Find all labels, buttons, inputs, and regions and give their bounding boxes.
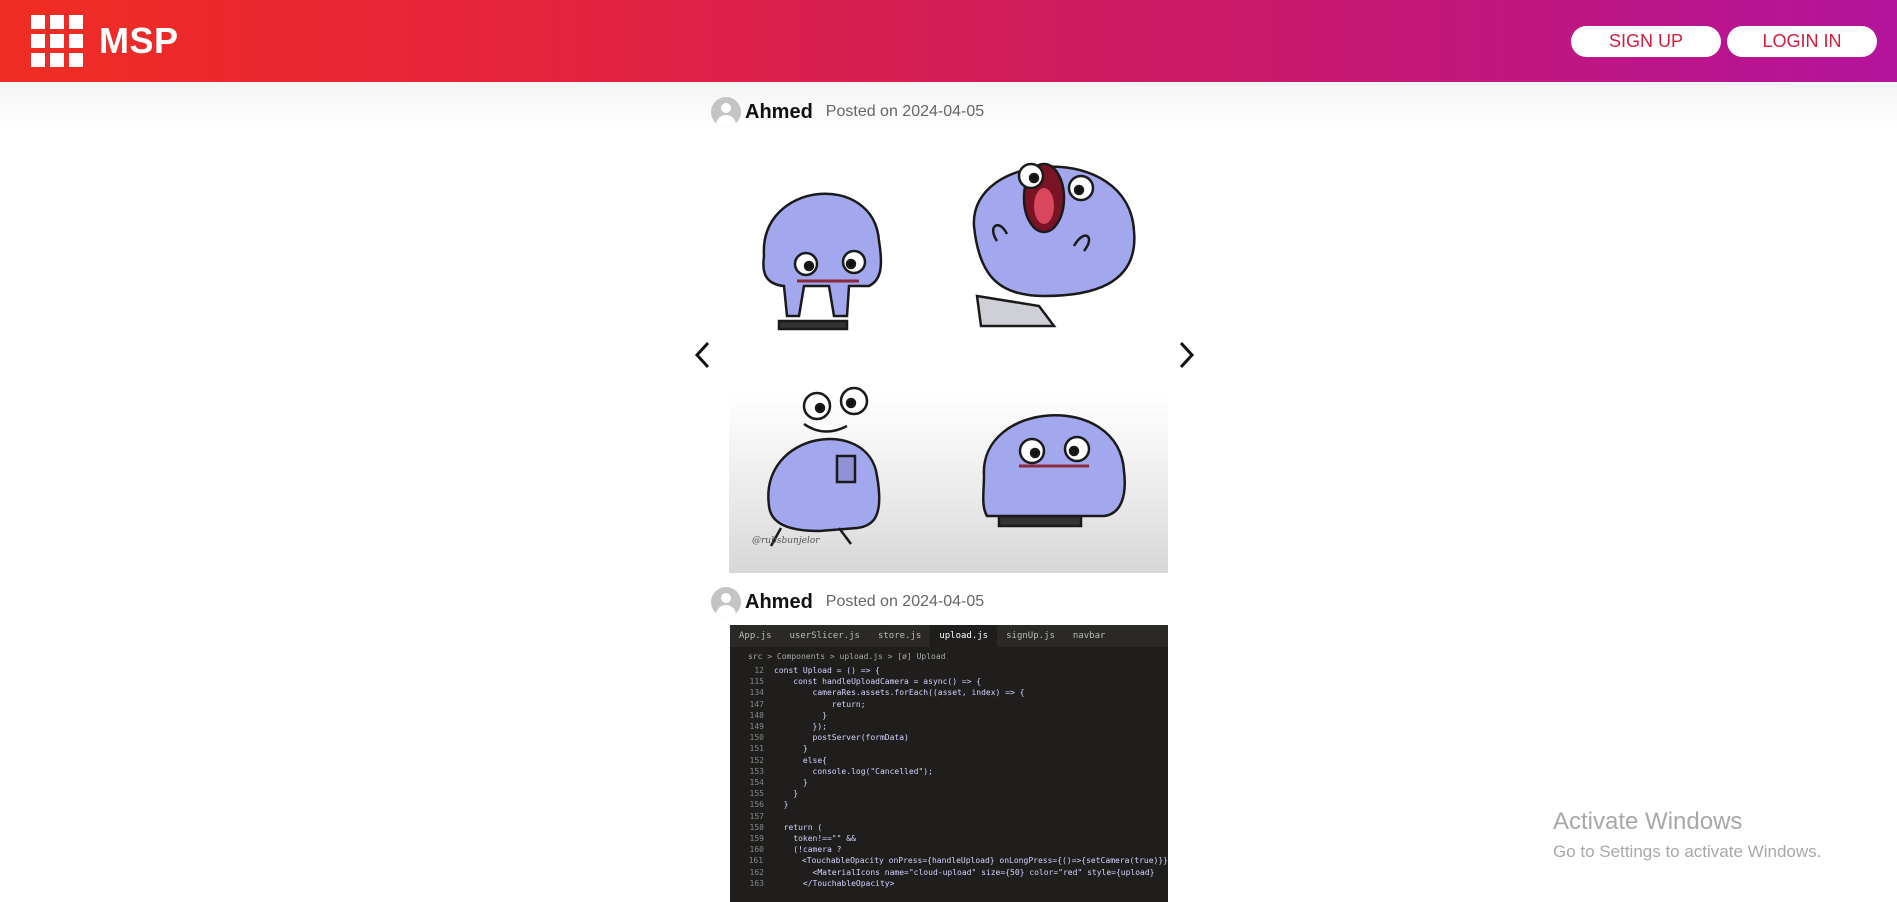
line-number: 152 bbox=[749, 755, 764, 765]
line-number: 158 bbox=[749, 822, 764, 832]
editor-tab: userSlicer.js bbox=[789, 631, 860, 641]
post-author[interactable]: Ahmed bbox=[745, 101, 813, 124]
code-line: 163 </TouchableOpacity> bbox=[730, 878, 1168, 889]
code-line: 154 } bbox=[730, 777, 1168, 788]
line-number: 149 bbox=[749, 722, 764, 732]
line-code: console.log("Cancelled"); bbox=[774, 766, 933, 776]
code-line: 147 return; bbox=[730, 699, 1168, 710]
brand-name: MSP bbox=[99, 20, 179, 61]
line-code: <TouchableOpacity onPress={handleUpload}… bbox=[773, 856, 1168, 866]
post-header: Ahmed Posted on 2024-04-05 bbox=[711, 587, 984, 617]
line-code: return; bbox=[774, 699, 866, 709]
user-avatar-icon[interactable] bbox=[711, 97, 741, 127]
line-code: token!=="" && bbox=[774, 834, 856, 844]
post-date: Posted on 2024-04-05 bbox=[825, 593, 985, 610]
line-code: else{ bbox=[774, 755, 827, 765]
chevron-left-icon[interactable] bbox=[688, 338, 718, 372]
artist-signature: @rubsbunjelor bbox=[752, 536, 820, 546]
post-author[interactable]: Ahmed bbox=[745, 591, 813, 614]
line-code: (!camera ? bbox=[774, 845, 842, 855]
line-number: 147 bbox=[749, 699, 764, 709]
login-button[interactable]: LOGIN IN bbox=[1727, 26, 1877, 57]
code-line: 157 bbox=[730, 811, 1168, 822]
editor-tab-bar: App.js userSlicer.js store.js upload.js sign… bbox=[730, 625, 1168, 647]
line-number: 150 bbox=[749, 733, 764, 743]
code-line: 158 return ( bbox=[730, 822, 1168, 833]
line-number: 115 bbox=[749, 677, 764, 687]
line-code: } bbox=[774, 800, 789, 810]
line-number: 159 bbox=[749, 834, 764, 844]
line-number: 157 bbox=[749, 811, 764, 821]
top-navbar: MSP SIGN UP LOGIN IN bbox=[0, 0, 1897, 82]
code-line: 149 }); bbox=[730, 721, 1168, 732]
line-number: 153 bbox=[749, 766, 764, 776]
code-line: 150 postServer(formData) bbox=[730, 732, 1168, 743]
editor-breadcrumb: src > Components > upload.js > [ø] Uploa… bbox=[748, 652, 946, 661]
code-line: 12 const Upload = () => { bbox=[730, 665, 1168, 676]
line-code: return ( bbox=[774, 822, 823, 832]
line-code: const handleUploadCamera = async() => { bbox=[774, 677, 982, 687]
cartoon-blob-comic-image bbox=[762, 162, 1136, 547]
line-number: 163 bbox=[749, 878, 764, 888]
code-line: 153 console.log("Cancelled"); bbox=[730, 766, 1168, 777]
post-date: Posted on 2024-04-05 bbox=[825, 103, 985, 120]
line-code: }); bbox=[774, 722, 827, 732]
line-number: 151 bbox=[749, 744, 764, 754]
line-number: 148 bbox=[749, 710, 764, 720]
line-number: 154 bbox=[749, 778, 764, 788]
sign-up-button[interactable]: SIGN UP bbox=[1571, 26, 1721, 57]
line-number: 156 bbox=[749, 800, 764, 810]
code-line: 160 (!camera ? bbox=[730, 844, 1168, 855]
code-line: 159 token!=="" && bbox=[730, 833, 1168, 844]
code-line: 161 <TouchableOpacity onPress={handleUpl… bbox=[730, 855, 1168, 866]
line-code: } bbox=[774, 710, 827, 720]
code-line: 134 cameraRes.assets.forEach((asset, ind… bbox=[730, 687, 1168, 698]
line-code: const Upload = () => { bbox=[774, 666, 880, 675]
code-line: 115 const handleUploadCamera = async() =… bbox=[730, 676, 1168, 687]
code-lines: 12 const Upload = () => {115 const handle… bbox=[730, 663, 1168, 889]
line-code: </TouchableOpacity> bbox=[774, 878, 895, 888]
line-code: } bbox=[774, 744, 808, 754]
brand-logo[interactable]: MSP bbox=[31, 15, 179, 67]
line-number: 161 bbox=[748, 856, 764, 866]
editor-tab: signUp.js bbox=[1006, 631, 1055, 641]
code-line: 148 } bbox=[730, 710, 1168, 721]
line-number: 160 bbox=[749, 845, 764, 855]
line-code: <MaterialIcons name="cloud-upload" size=… bbox=[774, 867, 1155, 877]
watermark-title: Activate Windows bbox=[1553, 808, 1743, 835]
editor-tab: navbar bbox=[1072, 631, 1106, 641]
code-line: 152 else{ bbox=[730, 755, 1168, 766]
line-number: 155 bbox=[749, 789, 764, 799]
chevron-right-icon[interactable] bbox=[1171, 338, 1201, 372]
line-code: } bbox=[774, 789, 799, 799]
code-line: 151 } bbox=[730, 743, 1168, 754]
editor-tab: upload.js bbox=[930, 625, 998, 647]
post-header: Ahmed Posted on 2024-04-05 bbox=[711, 97, 984, 127]
editor-tab: App.js bbox=[739, 631, 772, 641]
line-number: 134 bbox=[749, 688, 764, 698]
grid-apps-icon bbox=[31, 15, 83, 67]
code-line: 156 } bbox=[730, 799, 1168, 810]
post-image-code[interactable]: App.js userSlicer.js store.js upload.js sign… bbox=[730, 625, 1168, 902]
watermark-subtitle: Go to Settings to activate Windows. bbox=[1553, 842, 1822, 861]
activate-windows-watermark: Activate Windows Go to Settings to activ… bbox=[1553, 808, 1821, 862]
code-line: 162 <MaterialIcons name="cloud-upload" s… bbox=[730, 867, 1168, 878]
line-number: 12 bbox=[754, 666, 764, 675]
editor-tab: store.js bbox=[877, 631, 922, 641]
line-number: 162 bbox=[749, 867, 764, 877]
code-line: 155 } bbox=[730, 788, 1168, 799]
line-code: cameraRes.assets.forEach((asset, index) … bbox=[774, 688, 1025, 698]
user-avatar-icon[interactable] bbox=[711, 587, 741, 617]
post-image-carousel[interactable] bbox=[729, 146, 1168, 573]
line-code: postServer(formData) bbox=[774, 733, 909, 743]
line-code: } bbox=[774, 778, 808, 788]
